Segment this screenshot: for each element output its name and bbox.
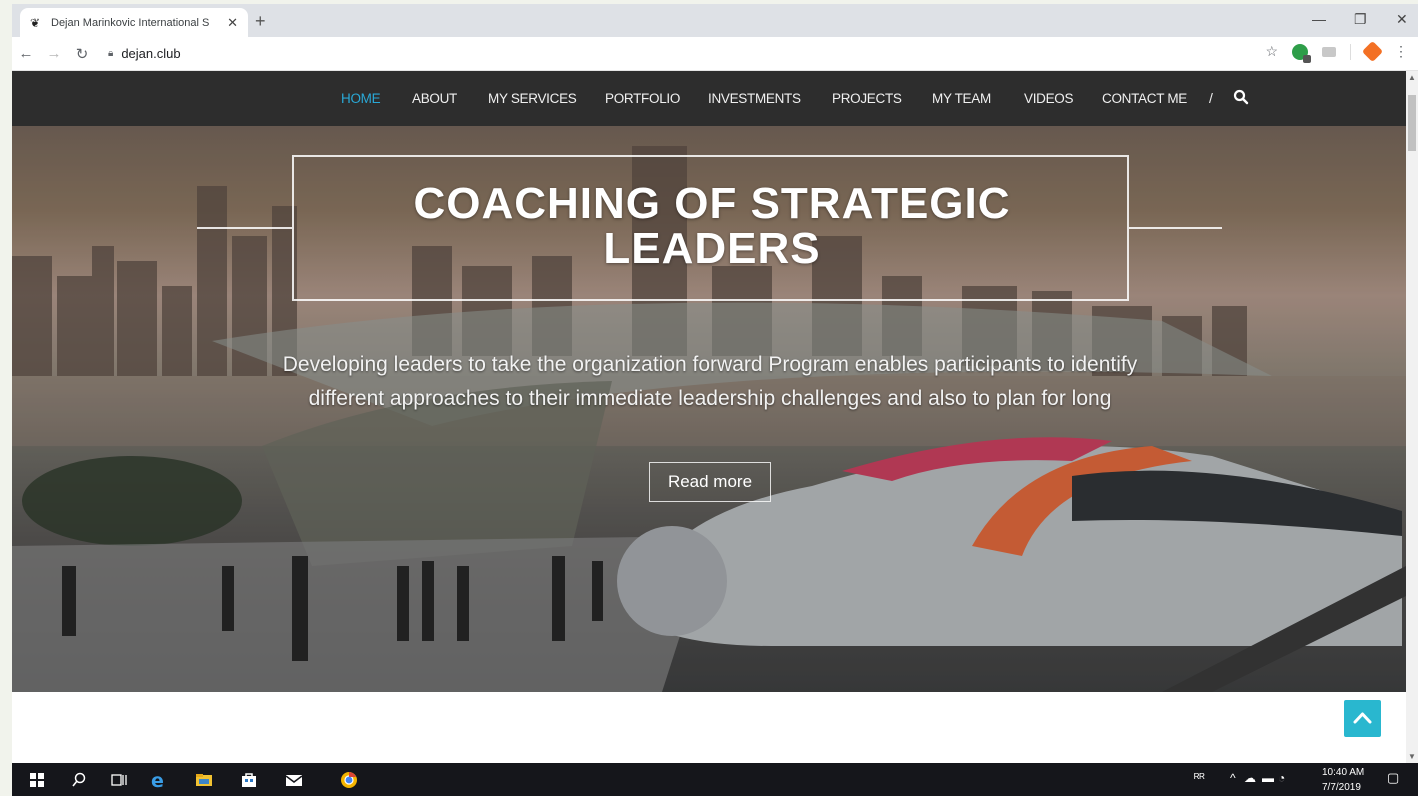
extension-fox-icon[interactable] — [1361, 40, 1384, 63]
browser-tab[interactable]: ❦ Dejan Marinkovic International S ✕ — [20, 8, 248, 37]
minimize-icon[interactable]: — — [1312, 11, 1326, 27]
nav-videos[interactable]: VIDEOS — [1024, 91, 1074, 106]
clock-date[interactable]: 7/7/2019 — [1322, 782, 1361, 793]
address-text: dejan.club — [121, 46, 181, 61]
close-tab-icon[interactable]: ✕ — [227, 15, 238, 31]
hero-title: COACHING OF STRATEGIC LEADERS — [212, 181, 1212, 271]
scroll-down-arrow-icon[interactable]: ▼ — [1408, 752, 1416, 761]
chevron-up-icon — [1353, 712, 1372, 724]
back-icon[interactable]: ← — [12, 45, 40, 62]
lock-icon: 🔒︎ — [108, 48, 114, 59]
windows-taskbar: e ᴿᴿ ^ ☁ ▬ ◔ 10:40 AM 7/7/2019 ▢ — [12, 763, 1418, 796]
browser-toolbar: ← → ↻ 🔒︎ dejan.club ☆ ⋮ — [12, 37, 1418, 71]
edge-browser-icon[interactable]: e — [150, 771, 168, 789]
notification-center-icon[interactable]: ▢ — [1387, 770, 1399, 786]
new-tab-icon[interactable]: + — [255, 11, 266, 32]
chrome-icon[interactable] — [340, 771, 358, 789]
reload-icon[interactable]: ↻ — [68, 45, 96, 63]
nav-about[interactable]: ABOUT — [412, 91, 457, 106]
search-icon[interactable] — [1233, 89, 1249, 105]
hero-desc-line-2: different approaches to their immediate … — [308, 387, 1112, 410]
page-scrollbar[interactable]: ▲ ▼ — [1406, 71, 1418, 763]
wifi-icon[interactable]: ◔ — [1278, 771, 1285, 785]
nav-projects[interactable]: PROJECTS — [832, 91, 902, 106]
nav-portfolio[interactable]: PORTFOLIO — [605, 91, 680, 106]
battery-icon[interactable]: ▬ — [1262, 771, 1274, 785]
clock-time[interactable]: 10:40 AM — [1322, 767, 1364, 778]
hero-description: Developing leaders to take the organizat… — [212, 348, 1208, 416]
people-icon[interactable]: ᴿᴿ — [1194, 771, 1205, 785]
hero-desc-line-1: Developing leaders to take the organizat… — [282, 353, 1138, 376]
toolbar-divider — [1350, 43, 1351, 60]
scrollbar-thumb[interactable] — [1408, 95, 1416, 151]
nav-contact-me[interactable]: CONTACT ME — [1102, 91, 1187, 106]
hero-title-line-2: LEADERS — [603, 224, 821, 273]
extension-camera-icon[interactable] — [1322, 46, 1336, 57]
nav-separator: / — [1209, 90, 1213, 106]
nav-my-team[interactable]: MY TEAM — [932, 91, 991, 106]
cloud-icon[interactable]: ☁ — [1244, 771, 1256, 785]
close-window-icon[interactable]: ✕ — [1396, 11, 1408, 28]
address-bar[interactable]: 🔒︎ dejan.club — [108, 46, 181, 61]
maximize-icon[interactable]: ❐ — [1354, 11, 1367, 28]
read-more-button[interactable]: Read more — [649, 462, 771, 502]
eagle-favicon-icon: ❦ — [30, 15, 41, 30]
hero-banner: COACHING OF STRATEGIC LEADERS Developing… — [12, 126, 1406, 692]
search-icon[interactable] — [70, 771, 88, 789]
bookmark-star-icon[interactable]: ☆ — [1265, 43, 1278, 60]
site-navbar: HOME ABOUT MY SERVICES PORTFOLIO INVESTM… — [12, 71, 1406, 126]
nav-my-services[interactable]: MY SERVICES — [488, 91, 577, 106]
mail-icon[interactable] — [285, 771, 303, 789]
nav-home[interactable]: HOME — [341, 91, 381, 106]
extension-avatar-icon[interactable] — [1292, 43, 1311, 63]
forward-icon[interactable]: → — [40, 45, 68, 62]
browser-tab-strip: ❦ Dejan Marinkovic International S ✕ + —… — [12, 4, 1418, 37]
windows-start-icon[interactable] — [28, 771, 46, 789]
task-view-icon[interactable] — [110, 771, 128, 789]
menu-kebab-icon[interactable]: ⋮ — [1394, 43, 1408, 60]
content-area — [12, 692, 1406, 763]
tab-title: Dejan Marinkovic International S — [51, 16, 210, 29]
back-to-top-button[interactable] — [1344, 700, 1381, 737]
store-icon[interactable] — [240, 771, 258, 789]
file-explorer-icon[interactable] — [195, 771, 213, 789]
tray-expand-icon[interactable]: ^ — [1230, 771, 1236, 785]
scroll-up-arrow-icon[interactable]: ▲ — [1408, 73, 1416, 82]
nav-investments[interactable]: INVESTMENTS — [708, 91, 801, 106]
svg-text:e: e — [151, 771, 164, 789]
hero-title-line-1: COACHING OF STRATEGIC — [413, 179, 1011, 228]
